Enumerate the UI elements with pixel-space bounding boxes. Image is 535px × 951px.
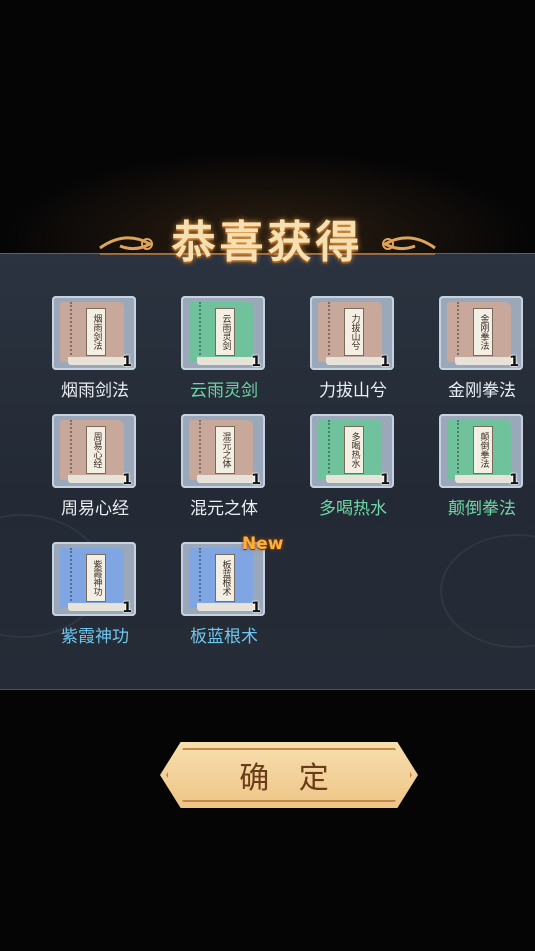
item-name: 紫霞神功 (61, 627, 129, 647)
item-icon-frame: 多喝热水 1 (310, 414, 394, 488)
book-slip: 云雨灵剑 (215, 308, 235, 356)
book-slip: 烟雨剑法 (86, 308, 106, 356)
book-slip: 颠倒拳法 (473, 426, 493, 474)
book-slip: 多喝热水 (344, 426, 364, 474)
item-count: 1 (509, 472, 519, 488)
new-badge: New (242, 534, 284, 554)
reward-item[interactable]: 多喝热水 1 多喝热水 (288, 414, 418, 534)
reward-item[interactable]: 颠倒拳法 1 颠倒拳法 (417, 414, 535, 534)
item-count: 1 (251, 354, 261, 370)
item-name: 颠倒拳法 (448, 499, 516, 519)
item-name: 板蓝根术 (190, 627, 258, 647)
item-icon-frame: 云雨灵剑 1 (181, 296, 265, 370)
item-count: 1 (251, 600, 261, 616)
item-icon-frame: 金刚拳法 1 (439, 296, 523, 370)
reward-item[interactable]: 烟雨剑法 1 烟雨剑法 (30, 296, 160, 416)
item-count: 1 (122, 600, 132, 616)
book-icon: 金刚拳法 (447, 302, 515, 365)
item-name: 多喝热水 (319, 499, 387, 519)
reward-item[interactable]: 板蓝根术 1 板蓝根术 New (159, 534, 289, 662)
item-icon-frame: 周易心经 1 (52, 414, 136, 488)
book-slip: 混元之体 (215, 426, 235, 474)
book-slip: 力拔山兮 (344, 308, 364, 356)
book-icon: 板蓝根术 (189, 548, 257, 611)
book-slip: 金刚拳法 (473, 308, 493, 356)
item-name: 混元之体 (190, 499, 258, 519)
reward-item[interactable]: 力拔山兮 1 力拔山兮 (288, 296, 418, 416)
item-name: 云雨灵剑 (190, 381, 258, 401)
reward-item[interactable]: 金刚拳法 1 金刚拳法 (417, 296, 535, 416)
item-icon-frame: 力拔山兮 1 (310, 296, 394, 370)
book-icon: 多喝热水 (318, 420, 386, 483)
confirm-button[interactable]: 确 定 (160, 742, 418, 808)
book-slip: 板蓝根术 (215, 554, 235, 602)
book-slip: 周易心经 (86, 426, 106, 474)
book-icon: 周易心经 (60, 420, 128, 483)
item-count: 1 (122, 472, 132, 488)
book-icon: 紫霞神功 (60, 548, 128, 611)
book-icon: 混元之体 (189, 420, 257, 483)
reward-item[interactable]: 云雨灵剑 1 云雨灵剑 (159, 296, 289, 416)
confirm-button-label: 确 定 (239, 761, 339, 796)
item-count: 1 (122, 354, 132, 370)
item-count: 1 (509, 354, 519, 370)
item-name: 力拔山兮 (319, 381, 387, 401)
reward-item[interactable]: 周易心经 1 周易心经 (30, 414, 160, 534)
item-count: 1 (380, 354, 390, 370)
book-icon: 力拔山兮 (318, 302, 386, 365)
book-icon: 云雨灵剑 (189, 302, 257, 365)
item-icon-frame: 烟雨剑法 1 (52, 296, 136, 370)
item-icon-frame: 混元之体 1 (181, 414, 265, 488)
book-icon: 烟雨剑法 (60, 302, 128, 365)
reward-item[interactable]: 紫霞神功 1 紫霞神功 (30, 542, 160, 662)
item-name: 烟雨剑法 (61, 381, 129, 401)
item-icon-frame: 颠倒拳法 1 (439, 414, 523, 488)
item-name: 金刚拳法 (448, 381, 516, 401)
book-icon: 颠倒拳法 (447, 420, 515, 483)
item-count: 1 (251, 472, 261, 488)
item-name: 周易心经 (61, 499, 129, 519)
item-icon-frame: 紫霞神功 1 (52, 542, 136, 616)
item-count: 1 (380, 472, 390, 488)
reward-item[interactable]: 混元之体 1 混元之体 (159, 414, 289, 534)
book-slip: 紫霞神功 (86, 554, 106, 602)
reward-grid: 烟雨剑法 1 烟雨剑法 云雨灵剑 1 云雨灵剑 力拔山兮 1 力拔山兮 金刚拳法 1 金刚拳法 周易心经… (0, 0, 535, 951)
